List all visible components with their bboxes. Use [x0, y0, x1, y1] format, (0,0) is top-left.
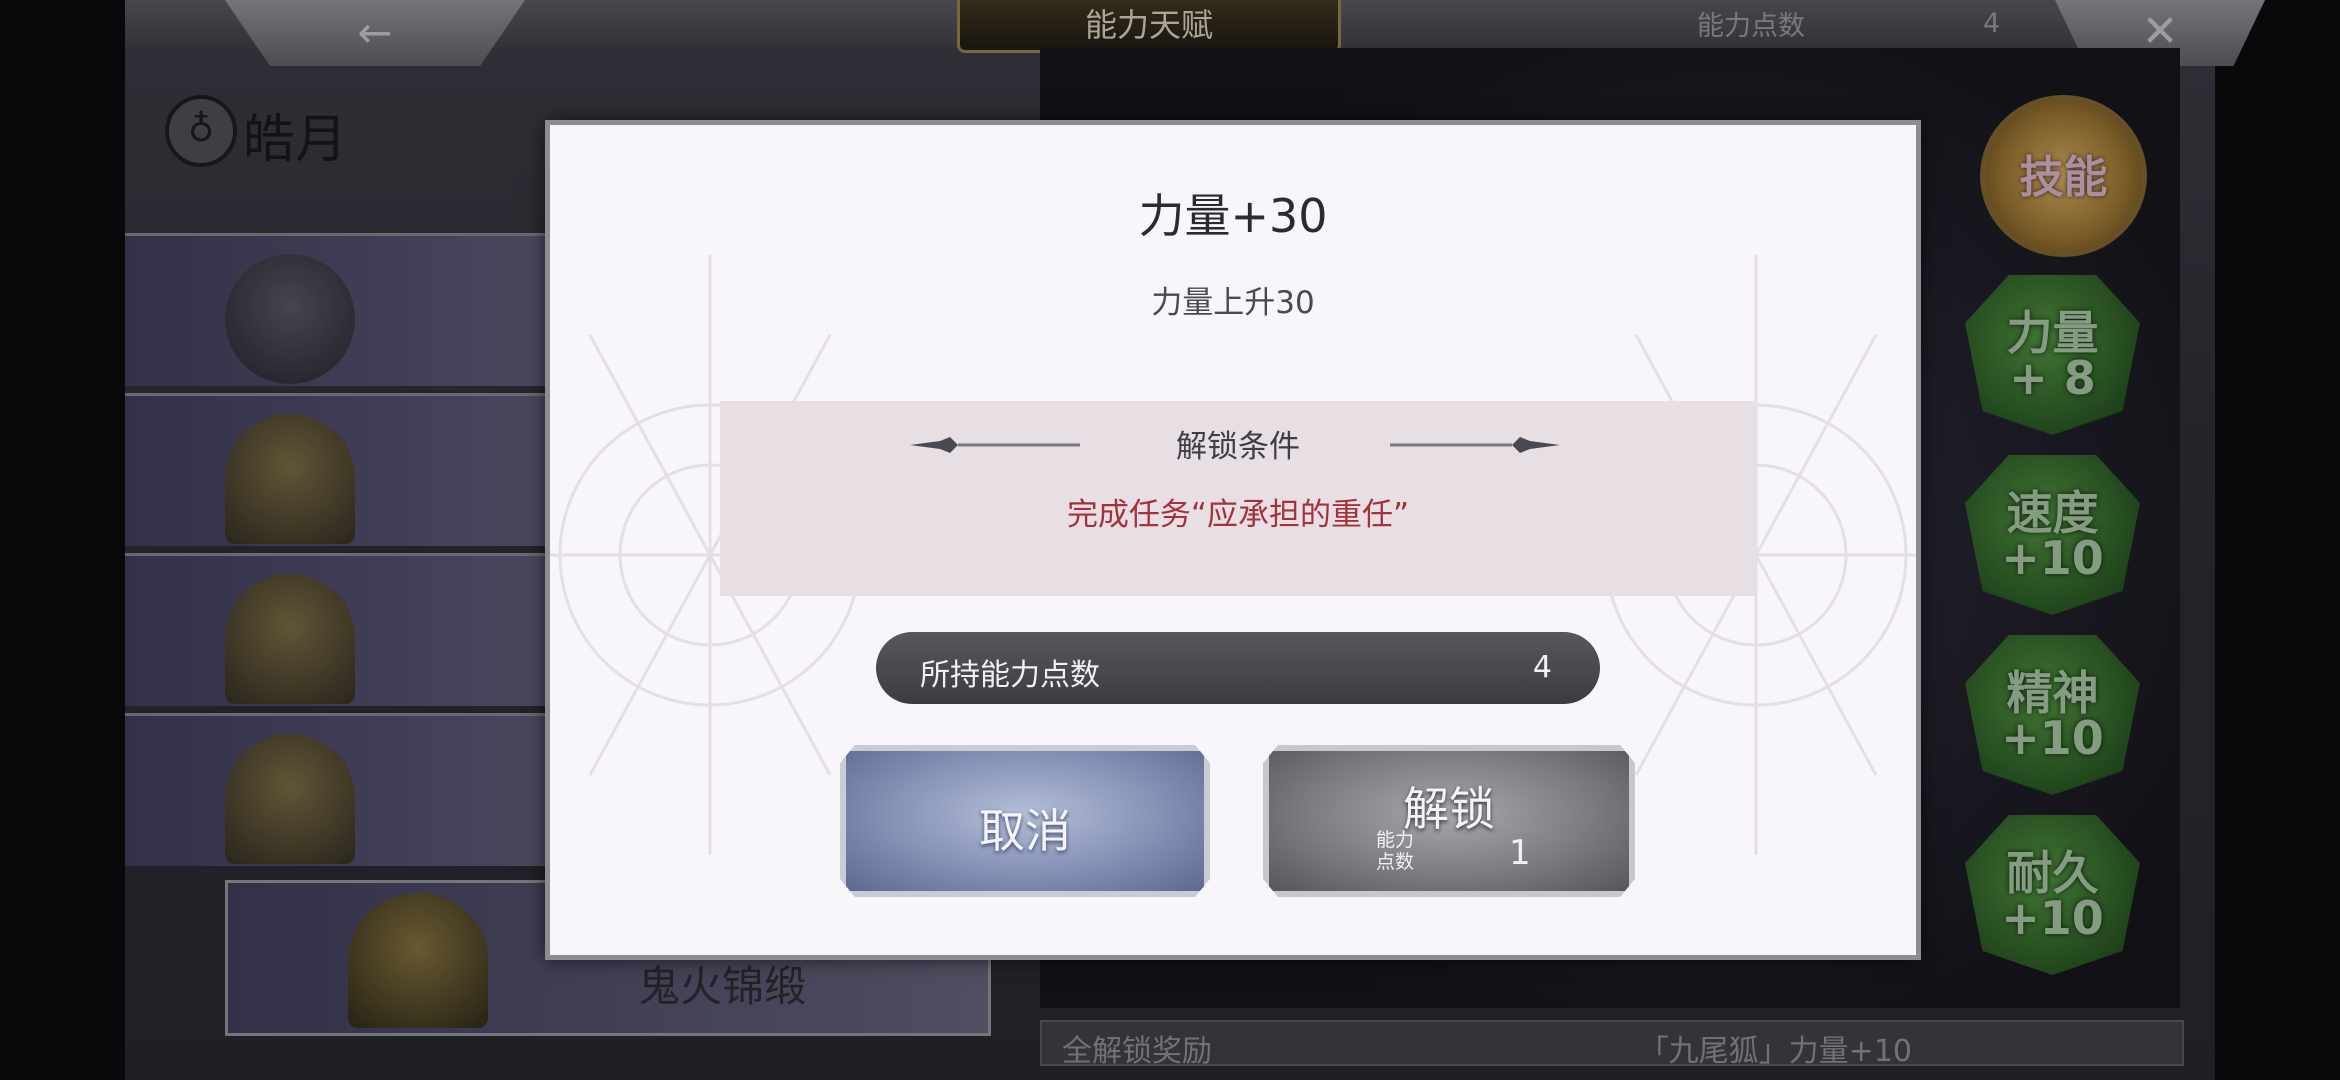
- divider-ornament-icon: [1390, 437, 1560, 453]
- unlock-button[interactable]: 解锁 能力 点数 1: [1263, 745, 1635, 897]
- held-points-bar: 所持能力点数 4: [876, 632, 1600, 704]
- dialog-title: 力量+30: [1138, 189, 1328, 243]
- unlock-condition-title: 解锁条件: [1176, 429, 1300, 465]
- held-points-label: 所持能力点数: [920, 658, 1100, 693]
- cancel-button-label: 取消: [979, 804, 1071, 858]
- cost-label: 能力 点数: [1365, 829, 1425, 873]
- unlock-talent-dialog: 力量+30 力量上升30 解锁条件 完成任务“应承担的重任” 所持能力点数 4 …: [545, 120, 1921, 960]
- unlock-button-label: 解锁: [1403, 782, 1495, 836]
- unlock-condition-text: 完成任务“应承担的重任”: [1066, 497, 1410, 533]
- unlock-condition-box: 解锁条件 完成任务“应承担的重任”: [720, 401, 1756, 596]
- cost-label-line1: 能力: [1375, 829, 1414, 851]
- cost-value: 1: [1509, 833, 1531, 873]
- dialog-description: 力量上升30: [1151, 285, 1315, 321]
- cost-label-line2: 点数: [1375, 851, 1414, 873]
- cancel-button[interactable]: 取消: [840, 745, 1210, 897]
- held-points-value: 4: [1532, 650, 1552, 685]
